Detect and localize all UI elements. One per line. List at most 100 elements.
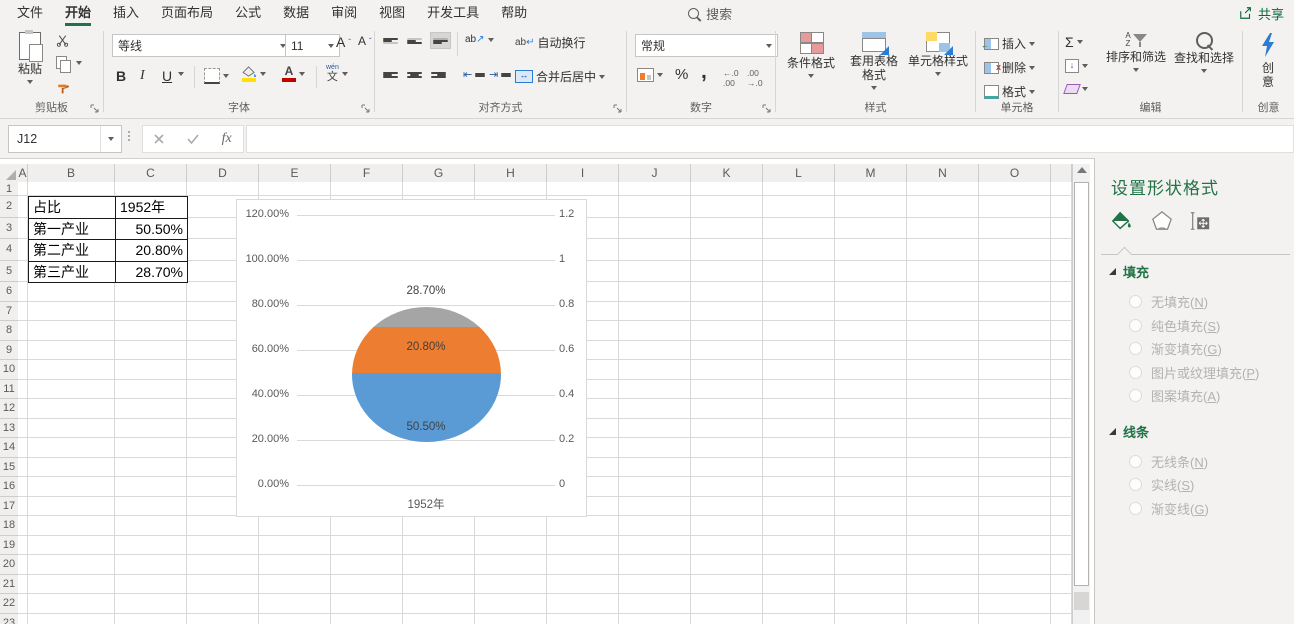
- increase-decimal-button[interactable]: ←.0.00: [723, 68, 739, 88]
- size-properties-tab[interactable]: [1187, 208, 1213, 234]
- name-box-dropdown[interactable]: [100, 126, 121, 152]
- bold-button[interactable]: B: [116, 68, 126, 84]
- clipboard-dialog-launcher[interactable]: [90, 104, 99, 113]
- row-header-3[interactable]: 3: [0, 218, 18, 239]
- pie-slice[interactable]: [352, 307, 501, 327]
- formula-bar-resize-handle[interactable]: [128, 131, 130, 141]
- radio-gradient-line[interactable]: 渐变线(G): [1129, 499, 1209, 518]
- borders-button[interactable]: [204, 68, 229, 84]
- tab-formulas[interactable]: 公式: [224, 0, 272, 26]
- select-all-corner[interactable]: [0, 164, 19, 183]
- cancel-icon[interactable]: [154, 134, 164, 144]
- column-header-J[interactable]: J: [619, 164, 691, 182]
- tab-data[interactable]: 数据: [272, 0, 320, 26]
- tab-review[interactable]: 审阅: [320, 0, 368, 26]
- find-select-button[interactable]: 查找和选择: [1171, 32, 1237, 73]
- vertical-scrollbar[interactable]: [1072, 164, 1090, 624]
- row-header-16[interactable]: 16: [0, 477, 18, 497]
- top-align-button[interactable]: [383, 34, 398, 47]
- font-name-select[interactable]: 等线: [112, 34, 292, 57]
- radio-solid-fill[interactable]: 纯色填充(S): [1129, 316, 1220, 335]
- percent-style-button[interactable]: %: [675, 66, 688, 83]
- orientation-button[interactable]: ab↗: [465, 34, 494, 45]
- column-header-K[interactable]: K: [691, 164, 763, 182]
- row-header-23[interactable]: 23: [0, 614, 18, 624]
- column-header-I[interactable]: I: [547, 164, 619, 182]
- formula-input[interactable]: [246, 125, 1294, 153]
- middle-align-button[interactable]: [407, 34, 422, 47]
- merge-center-button[interactable]: ↔ 合并后居中: [515, 68, 606, 85]
- number-format-select[interactable]: 常规: [635, 34, 778, 57]
- chart-object[interactable]: 120.00% 1.2 100.00% 1 80.00% 0.8 60.00% 0.6 40.0…: [236, 199, 587, 517]
- increase-indent-button[interactable]: ⇥: [489, 68, 512, 81]
- row-header-4[interactable]: 4: [0, 239, 18, 261]
- column-header-F[interactable]: F: [331, 164, 403, 182]
- table-cell[interactable]: 第三产业: [29, 261, 116, 283]
- column-header-N[interactable]: N: [907, 164, 979, 182]
- row-header-22[interactable]: 22: [0, 594, 18, 614]
- column-header-partial[interactable]: [1051, 164, 1072, 182]
- table-header-cell[interactable]: 占比: [29, 197, 116, 219]
- table-cell[interactable]: 28.70%: [116, 261, 188, 283]
- fill-line-tab[interactable]: [1109, 208, 1135, 234]
- section-header-fill[interactable]: 填充: [1109, 262, 1149, 281]
- row-header-9[interactable]: 9: [0, 341, 18, 360]
- radio-no-line[interactable]: 无线条(N): [1129, 452, 1208, 471]
- format-painter-button[interactable]: [56, 82, 71, 96]
- row-header-13[interactable]: 13: [0, 419, 18, 438]
- effects-tab[interactable]: [1149, 208, 1175, 234]
- underline-button[interactable]: U: [162, 68, 172, 84]
- row-header-17[interactable]: 17: [0, 497, 18, 516]
- share-button[interactable]: 共享: [1239, 0, 1284, 26]
- ideas-button[interactable]: 创意: [1253, 32, 1283, 90]
- table-cell[interactable]: 第二产业: [29, 240, 116, 262]
- row-header-10[interactable]: 10: [0, 360, 18, 380]
- fill-button[interactable]: ↓: [1065, 59, 1088, 73]
- format-as-table-button[interactable]: 套用表格格式: [846, 32, 902, 90]
- row-header-8[interactable]: 8: [0, 321, 18, 341]
- row-header-18[interactable]: 18: [0, 516, 18, 536]
- wrap-text-button[interactable]: ab↵ 自动换行: [515, 34, 586, 51]
- column-header-E[interactable]: E: [259, 164, 331, 182]
- scroll-up-icon[interactable]: [1077, 167, 1087, 173]
- column-header-D[interactable]: D: [187, 164, 259, 182]
- alignment-dialog-launcher[interactable]: [613, 104, 622, 113]
- enter-icon[interactable]: [187, 134, 199, 144]
- phonetic-guide-button[interactable]: wén 文: [326, 64, 348, 83]
- row-header-1[interactable]: 1: [0, 182, 18, 196]
- font-color-button[interactable]: A: [282, 65, 305, 82]
- decrease-indent-button[interactable]: ⇤: [463, 68, 486, 81]
- column-header-G[interactable]: G: [403, 164, 475, 182]
- tab-developer[interactable]: 开发工具: [416, 0, 490, 26]
- font-size-select[interactable]: 11: [285, 34, 340, 57]
- sort-filter-button[interactable]: AZ 排序和筛选: [1101, 32, 1171, 72]
- column-header-M[interactable]: M: [835, 164, 907, 182]
- paste-button[interactable]: 粘贴: [8, 30, 52, 84]
- column-header-C[interactable]: C: [115, 164, 187, 182]
- row-header-12[interactable]: 12: [0, 399, 18, 419]
- search-box[interactable]: 搜索: [688, 4, 732, 23]
- radio-gradient-fill[interactable]: 渐变填充(G): [1129, 339, 1222, 358]
- align-left-button[interactable]: [383, 68, 398, 81]
- radio-solid-line[interactable]: 实线(S): [1129, 475, 1194, 494]
- comma-style-button[interactable]: ,: [701, 60, 707, 84]
- align-center-button[interactable]: [407, 68, 422, 81]
- table-cell[interactable]: 50.50%: [116, 218, 188, 240]
- insert-function-button[interactable]: fx: [222, 131, 232, 147]
- radio-pattern-fill[interactable]: 图案填充(A): [1129, 386, 1220, 405]
- radio-no-fill[interactable]: 无填充(N): [1129, 292, 1208, 311]
- row-header-20[interactable]: 20: [0, 555, 18, 575]
- italic-button[interactable]: I: [140, 68, 145, 84]
- tab-view[interactable]: 视图: [368, 0, 416, 26]
- table-header-cell[interactable]: 1952年: [116, 197, 188, 219]
- row-header-15[interactable]: 15: [0, 458, 18, 477]
- number-dialog-launcher[interactable]: [762, 104, 771, 113]
- insert-cells-button[interactable]: ← 插入: [981, 35, 1036, 52]
- decrease-decimal-button[interactable]: .00 →.0: [747, 68, 763, 88]
- row-header-2[interactable]: 2: [0, 196, 18, 218]
- clear-button[interactable]: [1063, 84, 1088, 94]
- table-cell[interactable]: 第一产业: [29, 218, 116, 240]
- tab-file[interactable]: 文件: [6, 0, 54, 26]
- sheet-grid[interactable]: 占比 1952年 第一产业 50.50% 第二产业 20.80% 第三产业 28.70% 12…: [18, 182, 1072, 624]
- tab-page-layout[interactable]: 页面布局: [150, 0, 224, 26]
